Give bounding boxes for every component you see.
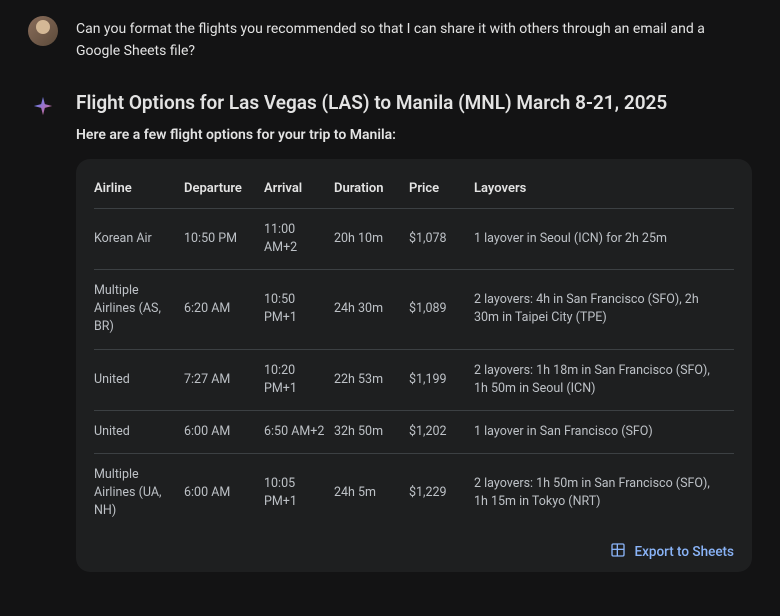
- cell-departure: 6:20 AM: [184, 270, 264, 349]
- flight-card: Airline Departure Arrival Duration Price…: [76, 159, 752, 572]
- cell-airline: Multiple Airlines (UA, NH): [94, 453, 184, 532]
- flight-table: Airline Departure Arrival Duration Price…: [94, 173, 734, 532]
- cell-layovers: 2 layovers: 4h in San Francisco (SFO), 2…: [474, 270, 734, 349]
- cell-arrival: 6:50 AM+2: [264, 410, 334, 453]
- cell-arrival: 10:50 PM+1: [264, 270, 334, 349]
- cell-layovers: 2 layovers: 1h 18m in San Francisco (SFO…: [474, 349, 734, 410]
- user-avatar: [28, 16, 58, 46]
- header-price: Price: [409, 173, 474, 209]
- table-row: United 7:27 AM 10:20 PM+1 22h 53m $1,199…: [94, 349, 734, 410]
- export-to-sheets-button[interactable]: Export to Sheets: [610, 542, 734, 562]
- table-row: United 6:00 AM 6:50 AM+2 32h 50m $1,202 …: [94, 410, 734, 453]
- cell-price: $1,202: [409, 410, 474, 453]
- sheets-icon: [610, 542, 626, 562]
- cell-layovers: 1 layover in San Francisco (SFO): [474, 410, 734, 453]
- assistant-message-row: Flight Options for Las Vegas (LAS) to Ma…: [28, 90, 752, 572]
- cell-price: $1,199: [409, 349, 474, 410]
- header-layovers: Layovers: [474, 173, 734, 209]
- cell-arrival: 10:05 PM+1: [264, 453, 334, 532]
- header-arrival: Arrival: [264, 173, 334, 209]
- response-title: Flight Options for Las Vegas (LAS) to Ma…: [76, 90, 752, 117]
- user-message-text: Can you format the flights you recommend…: [76, 16, 752, 62]
- header-departure: Departure: [184, 173, 264, 209]
- cell-departure: 10:50 PM: [184, 208, 264, 269]
- table-row: Multiple Airlines (AS, BR) 6:20 AM 10:50…: [94, 270, 734, 349]
- cell-price: $1,089: [409, 270, 474, 349]
- table-row: Multiple Airlines (UA, NH) 6:00 AM 10:05…: [94, 453, 734, 532]
- cell-airline: United: [94, 410, 184, 453]
- sparkle-icon: [28, 90, 58, 120]
- header-airline: Airline: [94, 173, 184, 209]
- cell-departure: 7:27 AM: [184, 349, 264, 410]
- cell-departure: 6:00 AM: [184, 410, 264, 453]
- cell-price: $1,229: [409, 453, 474, 532]
- cell-airline: Multiple Airlines (AS, BR): [94, 270, 184, 349]
- cell-duration: 24h 5m: [334, 453, 409, 532]
- header-duration: Duration: [334, 173, 409, 209]
- cell-duration: 20h 10m: [334, 208, 409, 269]
- cell-airline: United: [94, 349, 184, 410]
- cell-layovers: 2 layovers: 1h 50m in San Francisco (SFO…: [474, 453, 734, 532]
- cell-duration: 22h 53m: [334, 349, 409, 410]
- export-label: Export to Sheets: [634, 544, 734, 560]
- cell-duration: 24h 30m: [334, 270, 409, 349]
- cell-arrival: 10:20 PM+1: [264, 349, 334, 410]
- table-row: Korean Air 10:50 PM 11:00 AM+2 20h 10m $…: [94, 208, 734, 269]
- cell-arrival: 11:00 AM+2: [264, 208, 334, 269]
- cell-duration: 32h 50m: [334, 410, 409, 453]
- cell-price: $1,078: [409, 208, 474, 269]
- user-message-row: Can you format the flights you recommend…: [28, 16, 752, 62]
- cell-layovers: 1 layover in Seoul (ICN) for 2h 25m: [474, 208, 734, 269]
- cell-departure: 6:00 AM: [184, 453, 264, 532]
- response-subtitle: Here are a few flight options for your t…: [76, 127, 752, 143]
- cell-airline: Korean Air: [94, 208, 184, 269]
